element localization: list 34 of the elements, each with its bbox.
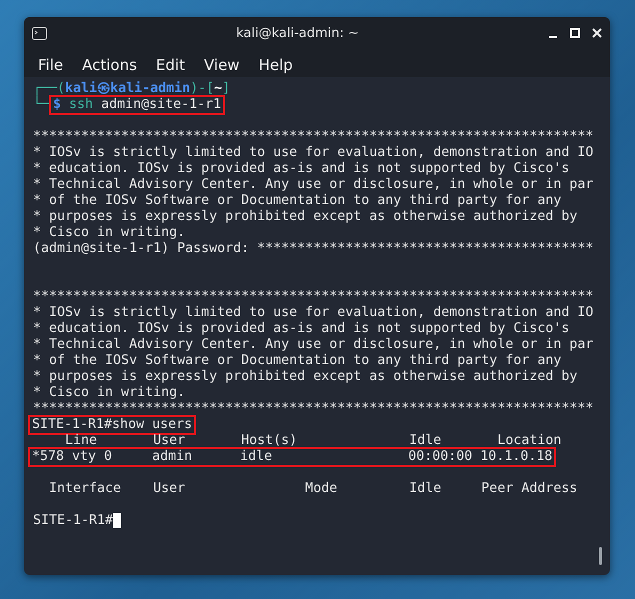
terminal-line: ********************************************************************** (33, 289, 594, 305)
terminal-line: Line User Host(s) Idle Location (64, 433, 562, 449)
terminal-line: * Cisco in writing. (33, 385, 186, 401)
highlighted-text: SITE-1-R1#show users (30, 417, 194, 433)
terminal-line: * purposes is expressly prohibited except as otherwise authorized by (33, 369, 578, 385)
menu-item[interactable]: Actions (82, 56, 137, 74)
terminal-line: * Cisco in writing. (33, 225, 186, 241)
close-icon[interactable] (592, 28, 602, 38)
terminal-line: * of the IOSv Software or Documentation to any third party for any (33, 193, 562, 209)
prompt-line: ┌──(kali㉿kali-admin)-[~] (33, 81, 230, 96)
terminal-icon (32, 26, 47, 40)
prompt-prefix: └─ (33, 97, 50, 113)
maximize-icon[interactable] (570, 28, 580, 38)
terminal-line: * Technical Advisory Center. Any use or disclosure, in whole or in par (33, 337, 594, 353)
highlighted-text: *578 vty 0 admin idle 00:00:00 10.1.0.18 (30, 449, 554, 465)
menu-item[interactable]: Help (258, 56, 293, 74)
terminal-line: * of the IOSv Software or Documentation to any third party for any (33, 353, 562, 369)
menu-item[interactable]: Edit (156, 56, 185, 74)
terminal-line: ********************************************************************** (33, 401, 594, 417)
terminal-line: * IOSv is strictly limited to use for evaluation, demonstration and IO (33, 305, 594, 321)
terminal-line: * education. IOSv is provided as-is and is not supported by Cisco's (33, 321, 570, 337)
terminal-line: * education. IOSv is provided as-is and is not supported by Cisco's (33, 161, 570, 177)
menu-item[interactable]: View (204, 56, 240, 74)
terminal-line: * Technical Advisory Center. Any use or disclosure, in whole or in par (33, 177, 594, 193)
window-title: kali@kali-admin: ~ (235, 26, 360, 40)
terminal-line: * purposes is expressly prohibited except as otherwise authorized by (33, 209, 578, 225)
scrollbar-thumb[interactable] (599, 547, 602, 565)
highlighted-command: $ ssh admin@site-1-r1 (51, 97, 224, 113)
terminal-line: Interface User Mode Idle Peer Address (48, 481, 578, 497)
terminal-line: SITE-1-R1# (33, 513, 114, 529)
terminal-line: ********************************************************************** (33, 129, 594, 145)
terminal-line: (admin@site-1-r1) Password: ****************************************** (33, 241, 594, 257)
terminal-line: * IOSv is strictly limited to use for evaluation, demonstration and IO (33, 145, 594, 161)
menu-item[interactable]: File (38, 56, 64, 74)
